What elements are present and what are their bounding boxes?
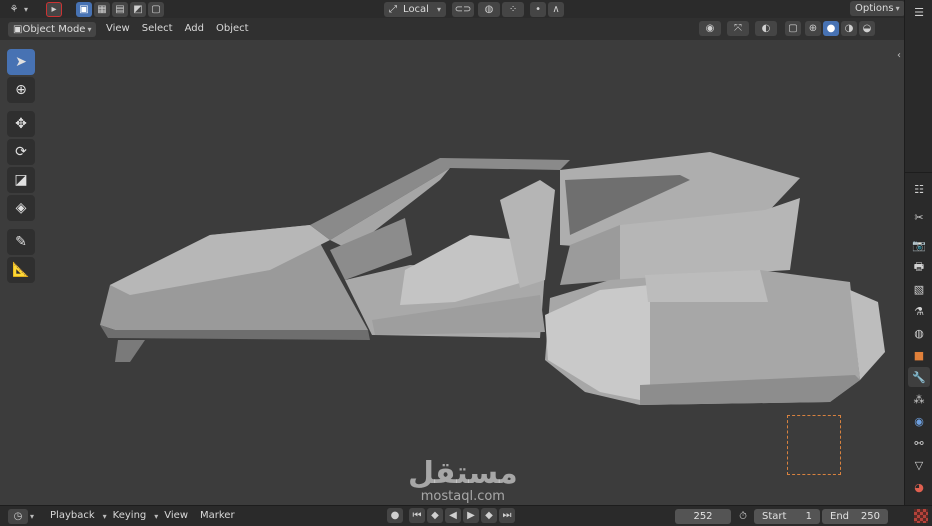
move-icon: ✥ [15, 116, 27, 132]
xray-icon[interactable]: ▢ [785, 21, 801, 36]
scale-icon: ◪ [14, 172, 28, 188]
falloff-icon[interactable]: ∧ [548, 1, 565, 17]
rotate-icon: ⟳ [15, 144, 27, 160]
orientation-icon: ⤢ [389, 3, 398, 15]
particles-tab-icon[interactable]: ⁂ [908, 389, 930, 409]
top-bar: ⚘ ▾ ▸ ▣ ▦ ▤ ◩ ▢ ⤢ Local ▾ ⊂⊃ ◍ ⁘ • ∧ Option… [0, 0, 905, 18]
select-extend-icon[interactable]: ▦ [94, 1, 111, 17]
rendered-shading-icon[interactable]: ◒ [859, 21, 875, 36]
menu-playback[interactable]: Playback [44, 507, 101, 525]
tool-tab-icon[interactable]: ✂ [908, 207, 930, 227]
editor-type-icon[interactable]: ⚘ [6, 2, 22, 17]
outliner-region [905, 24, 932, 173]
menu-object[interactable]: Object [210, 20, 255, 38]
constraints-tab-icon[interactable]: ⚯ [908, 433, 930, 453]
cursor-tool[interactable]: ⊕ [7, 77, 35, 103]
gizmo-icon[interactable]: ⤧ [727, 21, 749, 36]
scale-tool[interactable]: ◪ [7, 167, 35, 193]
select-invert-icon[interactable]: ◩ [130, 1, 147, 17]
select-new-icon[interactable]: ▣ [76, 1, 93, 17]
snap-icon[interactable]: ◍ [478, 1, 501, 17]
current-frame-field[interactable]: 252 [675, 509, 731, 524]
properties-column: ☰ ☷ ✂ 📷 🖶 ▧ ⚗ ◍ ■ 🔧 ⁂ ◉ ⚯ ▽ ◕ [904, 0, 932, 505]
transform-orientation-dropdown[interactable]: ⤢ Local ▾ [384, 1, 447, 17]
pivot-point-icon[interactable]: ⊂⊃ [452, 1, 475, 17]
start-frame-field[interactable]: Start 1 [754, 509, 820, 524]
menu-timeline-view[interactable]: View [158, 507, 194, 525]
sidebar-toggle-icon[interactable]: ‹ [897, 50, 901, 61]
mode-dropdown[interactable]: ▣ Object Mode ▾ [8, 21, 96, 37]
crosshair-icon: ⊕ [15, 82, 27, 98]
timeline-header: ◷ ▾ Playback ▾ Keying ▾ View Marker ● ⏮ ◆ ◀… [0, 505, 932, 526]
transform-tool[interactable]: ◈ [7, 195, 35, 221]
menu-select[interactable]: Select [136, 20, 179, 38]
transform-icon: ◈ [15, 200, 27, 216]
material-tab-icon[interactable]: ◕ [908, 477, 930, 497]
resize-grip-icon[interactable] [914, 509, 928, 523]
object-mode-icon: ▣ [13, 23, 23, 35]
next-keyframe-icon[interactable]: ◆ [481, 508, 497, 523]
record-icon[interactable]: ● [387, 508, 403, 523]
engine-top [645, 270, 768, 302]
options-dropdown[interactable]: Options ▾ [850, 1, 905, 16]
viewport-header: ▣ Object Mode ▾ View Select Add Object ◉ ⤧… [0, 18, 904, 40]
output-tab-icon[interactable]: 🖶 [908, 257, 930, 277]
menu-keying[interactable]: Keying [107, 507, 153, 525]
visibility-icon[interactable]: ◉ [699, 21, 721, 36]
editor-type-dropdown-icon[interactable]: ▾ [24, 5, 28, 14]
timeline-editor-icon[interactable]: ◷ [8, 508, 28, 524]
wireframe-shading-icon[interactable]: ⊕ [805, 21, 821, 36]
camera-frame [787, 415, 841, 475]
watermark-arabic: مستقل [408, 456, 518, 491]
proportional-edit-icon[interactable]: • [530, 1, 547, 17]
car-skid [115, 340, 145, 362]
render-tab-icon[interactable]: 📷 [908, 235, 930, 255]
viewport-shading-controls: ◉ ⤧ ◐ ▢ ⊕ ● ◑ ◒ [697, 21, 875, 36]
menu-marker[interactable]: Marker [194, 507, 241, 525]
measure-tool[interactable]: 📐 [7, 257, 35, 283]
cursor-arrow-icon: ➤ [15, 54, 27, 70]
overlays-icon[interactable]: ◐ [755, 21, 777, 36]
outliner-icon[interactable]: ☰ [908, 2, 930, 22]
move-tool[interactable]: ✥ [7, 111, 35, 137]
3d-viewport[interactable]: ➤ ⊕ ✥ ⟳ ◪ ◈ ✎ 📐 مستقل mostaql.com ‹ [0, 40, 904, 505]
stopwatch-icon[interactable]: ⏱ [735, 509, 751, 524]
prev-keyframe-icon[interactable]: ◆ [427, 508, 443, 523]
data-tab-icon[interactable]: ▽ [908, 455, 930, 475]
playback-controls: ● ⏮ ◆ ◀ ▶ ◆ ⏭ [385, 508, 515, 523]
view-layer-tab-icon[interactable]: ▧ [908, 279, 930, 299]
material-shading-icon[interactable]: ◑ [841, 21, 857, 36]
object-tab-icon[interactable]: ■ [908, 345, 930, 365]
pencil-icon: ✎ [15, 234, 27, 250]
scene-tab-icon[interactable]: ⚗ [908, 301, 930, 321]
select-mode-icon[interactable]: ▸ [46, 1, 63, 17]
editor-menu-icon[interactable]: ☷ [908, 179, 930, 199]
select-box-tool[interactable]: ➤ [7, 49, 35, 75]
jump-end-icon[interactable]: ⏭ [499, 508, 515, 523]
end-frame-field[interactable]: End 250 [822, 509, 888, 524]
snap-target-icon[interactable]: ⁘ [502, 1, 525, 17]
ruler-icon: 📐 [12, 262, 30, 278]
modifiers-tab-icon[interactable]: 🔧 [908, 367, 930, 387]
jump-start-icon[interactable]: ⏮ [409, 508, 425, 523]
play-icon[interactable]: ▶ [463, 508, 479, 523]
hovercar-model [100, 152, 885, 405]
play-reverse-icon[interactable]: ◀ [445, 508, 461, 523]
select-intersect-icon[interactable]: ▢ [148, 1, 165, 17]
annotate-tool[interactable]: ✎ [7, 229, 35, 255]
menu-view[interactable]: View [100, 20, 136, 38]
world-tab-icon[interactable]: ◍ [908, 323, 930, 343]
rotate-tool[interactable]: ⟳ [7, 139, 35, 165]
solid-shading-icon[interactable]: ● [823, 21, 839, 36]
watermark: مستقل mostaql.com [408, 458, 518, 504]
watermark-latin: mostaql.com [420, 489, 505, 504]
select-subtract-icon[interactable]: ▤ [112, 1, 129, 17]
physics-tab-icon[interactable]: ◉ [908, 411, 930, 431]
tool-shelf: ➤ ⊕ ✥ ⟳ ◪ ◈ ✎ 📐 [7, 47, 39, 285]
menu-add[interactable]: Add [179, 20, 210, 38]
